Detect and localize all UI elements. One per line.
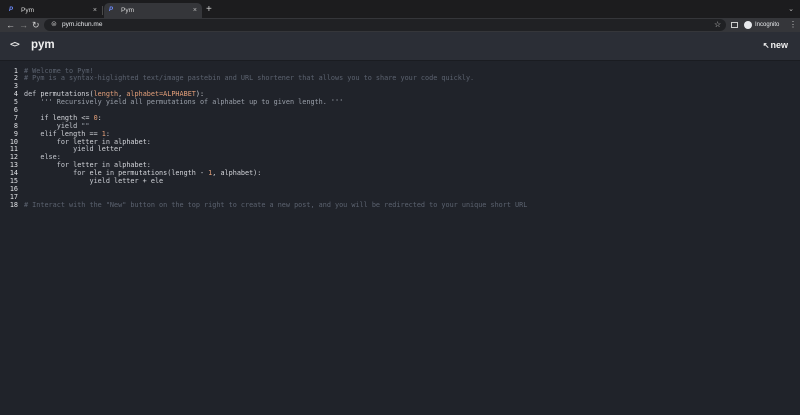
code-token: length == [60, 129, 102, 138]
code-token: letter [97, 145, 123, 154]
code-token: ele [89, 169, 106, 178]
line-code: yield letter + ele [24, 176, 164, 186]
code-token: : [105, 129, 110, 138]
bookmark-star-icon[interactable]: ☆ [714, 19, 721, 31]
browser-tab[interactable]: P Pym × [4, 3, 102, 18]
line-code: ''' Recursively yield all permutations o… [24, 98, 344, 107]
code-token: alphabet: [114, 137, 151, 146]
tab-divider [102, 6, 103, 15]
tab-search-icon[interactable]: ⌄ [788, 5, 794, 13]
tab-title: Pym [121, 7, 134, 14]
code-token: # Interact with the "New" button on the … [24, 200, 528, 209]
code-token: yield [24, 145, 98, 154]
code-token: in [101, 161, 115, 170]
side-panel-icon[interactable] [731, 22, 738, 28]
code-token: alphabet=ALPHABET [126, 90, 196, 99]
browser-menu-icon[interactable]: ⋮ [789, 19, 797, 31]
code-token: , alphabet): [212, 169, 262, 178]
incognito-label[interactable]: Incognito [755, 22, 779, 28]
code-line: 11 yield letter [6, 145, 527, 154]
line-code: # Interact with the "New" button on the … [24, 200, 528, 210]
browser-tab-active[interactable]: P Pym × [104, 3, 202, 18]
code-token: else: [24, 153, 61, 162]
code-line: 18 # Interact with the "New" button on th… [6, 200, 528, 210]
code-editor[interactable]: 1 # Welcome to Pym! 2 # Pym is a syntax-hig… [0, 62, 800, 415]
code-line: 16 [6, 185, 527, 194]
code-token: for [24, 169, 90, 178]
code-token: ): [195, 90, 205, 99]
back-arrow-icon[interactable]: ← [6, 19, 15, 31]
code-token: if [24, 113, 53, 122]
code-token: # Welcome to Pym! [24, 66, 94, 75]
code-token: length <= [52, 113, 94, 122]
pym-favicon-icon: P [109, 7, 114, 13]
tab-title: Pym [21, 7, 34, 14]
site-info-icon[interactable]: ⊜ [51, 20, 57, 28]
code-token: letter + ele [114, 176, 164, 185]
incognito-icon[interactable] [744, 21, 752, 29]
code-token: for [24, 137, 74, 146]
code-brackets-icon[interactable]: <> [10, 40, 20, 50]
code-token: in [105, 169, 119, 178]
code-line: 5 ''' Recursively yield all permutations… [6, 98, 527, 107]
new-tab-icon[interactable]: + [206, 4, 212, 16]
arrow-icon: ↖ [762, 40, 770, 50]
code-token: permutations(length - [118, 169, 209, 178]
code-token: permutations( [40, 90, 94, 99]
browser-toolbar: ← → ↻ ⊜ pym.ichun.me ☆ Incognito ⋮ [0, 18, 800, 32]
reload-icon[interactable]: ↻ [32, 19, 40, 31]
forward-arrow-icon[interactable]: → [19, 19, 28, 31]
code-token: yield [24, 121, 82, 130]
code-token: : [97, 113, 102, 122]
code-token: length [93, 90, 119, 99]
code-token: for [24, 161, 74, 170]
code-token: "" [81, 121, 90, 130]
code-token: # Pym is a syntax-higlighted text/image … [24, 74, 475, 83]
line-code: # Pym is a syntax-higlighted text/image … [24, 74, 475, 83]
pym-favicon-icon: P [9, 7, 14, 13]
code-token: alphabet: [114, 161, 151, 170]
app-title[interactable]: pym [31, 39, 55, 51]
code-line: 15 yield letter + ele [6, 176, 527, 186]
close-tab-icon[interactable]: × [193, 7, 197, 14]
code-line: 2 # Pym is a syntax-higlighted text/image… [6, 74, 527, 83]
code-token: elif [24, 129, 61, 138]
line-number: 18 [9, 200, 18, 209]
new-post-label: new [770, 40, 788, 50]
new-post-button[interactable]: ↖ new [763, 40, 788, 50]
code-token: yield [24, 176, 115, 185]
code-token: letter [73, 137, 102, 146]
browser-tab-strip: P Pym × P Pym × + ⌄ [0, 0, 800, 18]
app-header: <> pym ↖ new [0, 32, 800, 61]
url-text: pym.ichun.me [62, 21, 103, 28]
code-token: in [101, 137, 115, 146]
code-token: letter [73, 161, 102, 170]
code-token: def [24, 90, 41, 99]
close-tab-icon[interactable]: × [93, 7, 97, 14]
code-token: ''' Recursively yield all permutations o… [24, 98, 344, 107]
code-lines: 1 # Welcome to Pym! 2 # Pym is a syntax-hig… [6, 66, 528, 210]
address-bar[interactable]: ⊜ pym.ichun.me [44, 19, 726, 31]
